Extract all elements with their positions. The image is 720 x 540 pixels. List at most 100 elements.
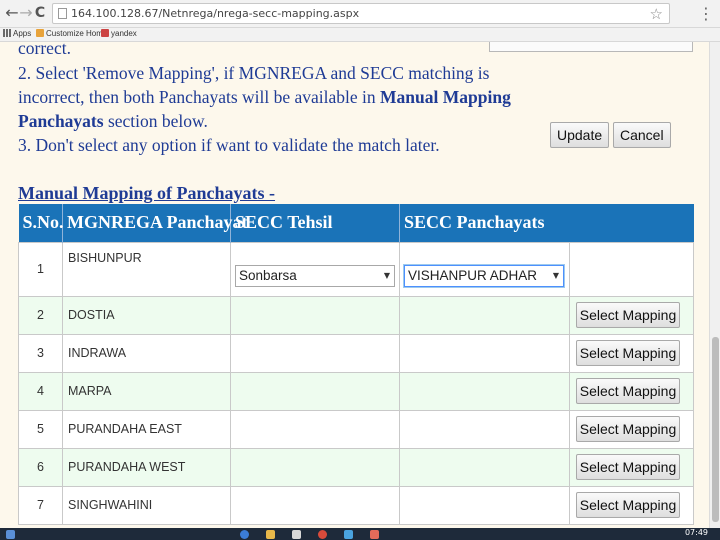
row-panchayat-name: PURANDAHA WEST	[62, 447, 231, 487]
panchayat-cell	[399, 371, 570, 411]
select-mapping-button[interactable]: Select Mapping	[576, 302, 680, 328]
ie-icon[interactable]	[240, 530, 249, 539]
instruction-line: 3. Don't select any option if want to va…	[18, 135, 440, 155]
header-sno: S.No.	[18, 204, 64, 242]
tehsil-cell	[230, 333, 400, 373]
tehsil-cell	[230, 447, 400, 487]
clock: 07:49	[684, 528, 708, 537]
bookmark-apps[interactable]: Apps	[3, 29, 31, 38]
action-cell: Select Mapping	[569, 371, 694, 411]
table-header: S.No. MGNREGA Panchayat SECC Tehsil SECC…	[18, 204, 694, 242]
panchayat-cell: VISHANPUR ADHAR ▼	[399, 241, 570, 297]
action-cell: Select Mapping	[569, 447, 694, 487]
row-sno: 5	[18, 409, 63, 449]
panchayat-cell	[399, 447, 570, 487]
row-sno: 4	[18, 371, 63, 411]
bookmark-yandex[interactable]: yandex	[101, 29, 137, 38]
instruction-line: 2. Select 'Remove Mapping', if MGNREGA a…	[18, 63, 490, 83]
start-icon[interactable]	[6, 530, 15, 539]
chrome-icon[interactable]	[318, 530, 327, 539]
row-sno: 1	[18, 241, 63, 297]
tehsil-cell: Sonbarsa ▼	[230, 241, 400, 297]
update-button[interactable]: Update	[550, 122, 610, 148]
bookmark-label: yandex	[111, 29, 137, 38]
section-title: Manual Mapping of Panchayats -	[18, 183, 276, 203]
app-icon[interactable]	[370, 530, 379, 539]
chevron-down-icon: ▼	[383, 271, 390, 280]
tehsil-cell	[230, 371, 400, 411]
app-icon[interactable]	[292, 530, 301, 539]
panchayat-select[interactable]: VISHANPUR ADHAR ▼	[404, 265, 564, 287]
row-panchayat-name: PURANDAHA EAST	[62, 409, 231, 449]
menu-icon[interactable]: ⋮	[698, 4, 714, 23]
action-cell: Select Mapping	[569, 295, 694, 335]
instruction-text: section below.	[103, 111, 208, 131]
table-row: 2 DOSTIA Select Mapping	[18, 295, 694, 335]
instruction-line: correct.	[18, 42, 71, 58]
reload-icon[interactable]: C	[31, 4, 49, 22]
bookmarks-bar: Apps Customize Home yandex	[0, 28, 720, 42]
instruction-bold: Manual Mapping	[380, 87, 511, 107]
table-row: 5 PURANDAHA EAST Select Mapping	[18, 409, 694, 449]
bookmark-label: Apps	[13, 29, 32, 38]
row-sno: 6	[18, 447, 63, 487]
row-panchayat-name: MARPA	[62, 371, 231, 411]
select-mapping-button[interactable]: Select Mapping	[576, 340, 680, 366]
header-secc-panchayats: SECC Panchayats	[399, 204, 694, 242]
select-mapping-button[interactable]: Select Mapping	[576, 454, 680, 480]
panchayat-cell	[399, 295, 570, 335]
bookmark-customize-home[interactable]: Customize Home	[36, 29, 107, 38]
tehsil-select[interactable]: Sonbarsa ▼	[235, 265, 395, 287]
table-row: 3 INDRAWA Select Mapping	[18, 333, 694, 373]
row-sno: 3	[18, 333, 63, 373]
panchayat-cell	[399, 333, 570, 373]
row-panchayat-name: INDRAWA	[62, 333, 231, 373]
table-row: 4 MARPA Select Mapping	[18, 371, 694, 411]
table-row: 7 SINGHWAHINI Select Mapping	[18, 485, 694, 525]
row-sno: 2	[18, 295, 63, 335]
table-row: 6 PURANDAHA WEST Select Mapping	[18, 447, 694, 487]
tehsil-value: Sonbarsa	[239, 268, 297, 283]
tehsil-cell	[230, 485, 400, 525]
select-mapping-button[interactable]: Select Mapping	[576, 492, 680, 518]
action-cell: Select Mapping	[569, 485, 694, 525]
vertical-scrollbar[interactable]	[709, 42, 720, 528]
panchayat-cell	[399, 409, 570, 449]
select-mapping-button[interactable]: Select Mapping	[576, 378, 680, 404]
browser-toolbar: ← → C 164.100.128.67/Netnrega/nrega-secc…	[0, 0, 720, 28]
page-icon	[58, 8, 67, 19]
bookmark-icon	[101, 29, 109, 37]
scrollbar-thumb[interactable]	[712, 337, 719, 522]
action-cell	[569, 241, 694, 297]
panchayat-value: VISHANPUR ADHAR	[408, 268, 538, 283]
bookmark-icon	[36, 29, 44, 37]
taskbar: 07:49	[0, 528, 720, 540]
action-cell: Select Mapping	[569, 409, 694, 449]
folder-icon[interactable]	[266, 530, 275, 539]
bookmark-label: Customize Home	[46, 29, 108, 38]
instruction-text: incorrect, then both Panchayats will be …	[18, 87, 381, 107]
action-cell: Select Mapping	[569, 333, 694, 373]
star-icon[interactable]: ☆	[650, 5, 663, 23]
table-row: 1 BISHUNPUR Sonbarsa ▼ VISHANPUR ADHAR ▼	[18, 241, 694, 297]
row-panchayat-name: BISHUNPUR	[62, 241, 231, 297]
url-text[interactable]: 164.100.128.67/Netnrega/nrega-secc-mappi…	[71, 7, 359, 20]
tehsil-cell	[230, 409, 400, 449]
instruction-bold: Panchayats	[18, 111, 104, 131]
page-content: correct. 2. Select 'Remove Mapping', if …	[0, 42, 709, 528]
row-sno: 7	[18, 485, 63, 525]
row-panchayat-name: DOSTIA	[62, 295, 231, 335]
panchayat-cell	[399, 485, 570, 525]
select-mapping-button[interactable]: Select Mapping	[576, 416, 680, 442]
cancel-button[interactable]: Cancel	[613, 122, 671, 148]
header-secc-tehsil: SECC Tehsil	[230, 204, 400, 242]
instruction-line: incorrect, then both Panchayats will be …	[18, 85, 511, 109]
chevron-down-icon: ▼	[552, 271, 559, 280]
tehsil-cell	[230, 295, 400, 335]
address-bar[interactable]: 164.100.128.67/Netnrega/nrega-secc-mappi…	[52, 3, 670, 24]
row-panchayat-name: SINGHWAHINI	[62, 485, 231, 525]
apps-icon	[3, 29, 11, 37]
side-panel	[489, 42, 693, 52]
skype-icon[interactable]	[344, 530, 353, 539]
manual-mapping-table: S.No. MGNREGA Panchayat SECC Tehsil SECC…	[18, 204, 694, 525]
